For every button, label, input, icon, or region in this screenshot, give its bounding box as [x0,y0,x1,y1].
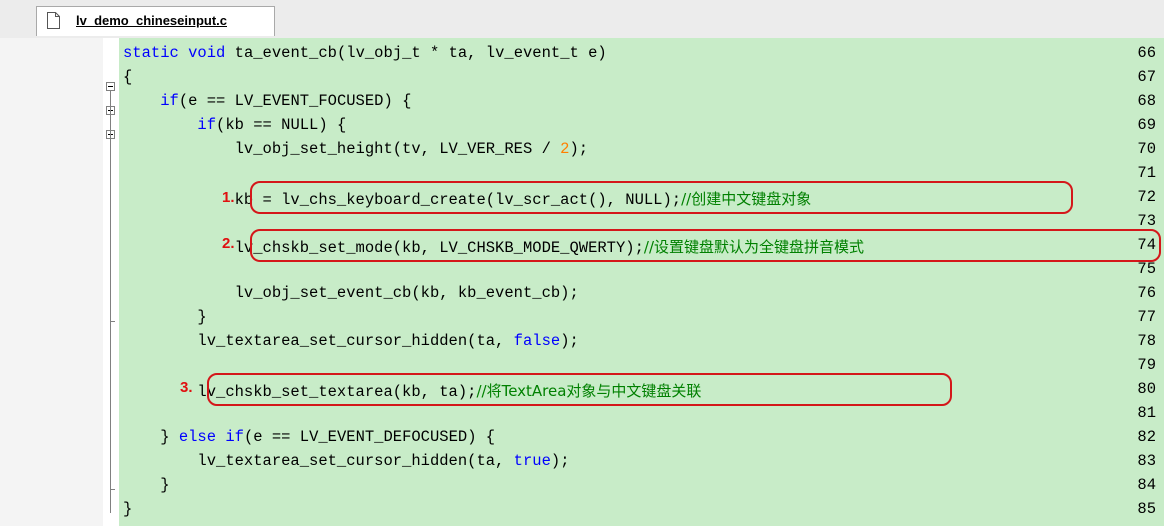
code-line[interactable]: } [123,500,132,518]
code-line[interactable]: lv_textarea_set_cursor_hidden(ta, true); [123,452,569,470]
highlight-box-2 [250,229,1161,262]
tab-bar: lv_demo_chineseinput.c [0,0,1164,39]
line-number: 80 [1137,380,1156,398]
line-number: 83 [1137,452,1156,470]
fold-end-tick [110,489,115,490]
code-line[interactable]: lv_obj_set_height(tv, LV_VER_RES / 2); [123,140,588,158]
line-number: 75 [1137,260,1156,278]
line-number: 66 [1137,44,1156,62]
line-number: 70 [1137,140,1156,158]
code-line[interactable]: lv_obj_set_event_cb(kb, kb_event_cb); [123,284,579,302]
line-number: 77 [1137,308,1156,326]
line-number: 73 [1137,212,1156,230]
fold-toggle-icon[interactable] [106,82,115,91]
line-number: 85 [1137,500,1156,518]
highlight-box-3 [207,373,952,406]
marker-2: 2. [222,235,235,252]
code-line[interactable]: lv_textarea_set_cursor_hidden(ta, false)… [123,332,578,350]
line-number: 81 [1137,404,1156,422]
line-number: 68 [1137,92,1156,110]
marker-1: 1. [222,189,235,206]
line-number: 82 [1137,428,1156,446]
fold-end-tick [110,321,115,322]
line-number-gutter [0,38,103,526]
code-line[interactable]: static void ta_event_cb(lv_obj_t * ta, l… [123,44,607,62]
file-icon [47,12,60,29]
code-line[interactable]: } [123,476,169,494]
code-line[interactable]: { [123,68,132,86]
highlight-box-1 [250,181,1073,214]
tab-file[interactable]: lv_demo_chineseinput.c [36,6,275,36]
line-number: 84 [1137,476,1156,494]
line-number: 78 [1137,332,1156,350]
line-number: 69 [1137,116,1156,134]
code-line[interactable]: if(e == LV_EVENT_FOCUSED) { [123,92,411,110]
code-line[interactable]: if(kb == NULL) { [123,116,346,134]
line-number: 72 [1137,188,1156,206]
code-line[interactable]: } [123,308,206,326]
line-number: 67 [1137,68,1156,86]
line-number: 71 [1137,164,1156,182]
line-number: 76 [1137,284,1156,302]
code-line[interactable]: } else if(e == LV_EVENT_DEFOCUSED) { [123,428,495,446]
code-editor[interactable]: 66 static void ta_event_cb(lv_obj_t * ta,… [0,38,1164,526]
marker-3: 3. [180,379,193,396]
tab-title: lv_demo_chineseinput.c [76,13,227,28]
line-number: 79 [1137,356,1156,374]
fold-guide-line [110,91,111,513]
